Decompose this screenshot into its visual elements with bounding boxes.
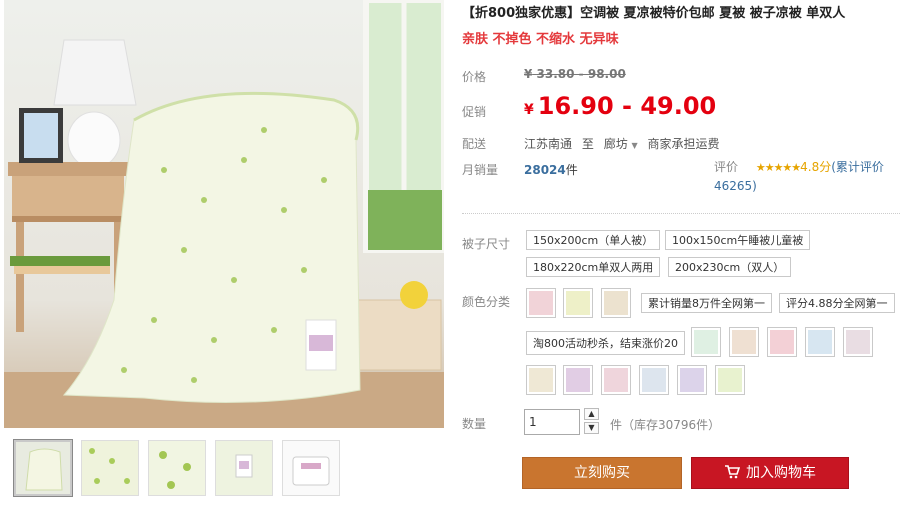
quantity-label: 数量 — [462, 417, 487, 431]
size-option-2[interactable]: 100x150cm午睡被儿童被 — [665, 230, 811, 250]
delivery-to-word: 至 — [581, 137, 594, 151]
color-swatch-2[interactable] — [563, 288, 593, 318]
color-swatch-1[interactable] — [526, 288, 556, 318]
triangle-up-icon: ▲ — [588, 409, 595, 418]
thumbnail-5[interactable] — [282, 440, 340, 496]
color-swatch-14[interactable] — [715, 365, 745, 395]
buy-now-label: 立刻购买 — [574, 465, 630, 481]
quantity-input[interactable] — [524, 409, 580, 435]
thumbnail-4[interactable] — [215, 440, 273, 496]
color-option-text-3[interactable]: 淘800活动秒杀，结束涨价20 — [526, 331, 685, 355]
color-swatch-11[interactable] — [601, 365, 631, 395]
color-swatch-3[interactable] — [601, 288, 631, 318]
size-option-1[interactable]: 150x200cm（单人被） — [526, 230, 661, 250]
rating-score: 4.8分 — [800, 160, 832, 174]
delivery-fee: 商家承担运费 — [647, 137, 720, 151]
promo-price-label: 促销 — [462, 105, 487, 119]
stock-info: 件（库存30796件） — [610, 418, 721, 432]
chevron-down-icon: ▼ — [631, 141, 638, 150]
original-price-label: 价格 — [462, 70, 487, 84]
color-swatch-6[interactable] — [767, 327, 797, 357]
original-price-currency: ¥ — [524, 67, 533, 81]
color-option-text-1[interactable]: 累计销量8万件全网第一 — [641, 293, 772, 313]
monthly-sales-unit: 件 — [565, 163, 578, 177]
delivery-destination-select[interactable]: 廊坊 ▼ — [604, 137, 642, 151]
monthly-sales-label: 月销量 — [462, 163, 499, 177]
delivery-destination: 廊坊 — [603, 137, 628, 151]
star-rating-icon: ★★★★★ — [755, 161, 801, 174]
delivery-from: 江苏南通 — [524, 137, 573, 151]
color-swatch-7[interactable] — [805, 327, 835, 357]
section-divider — [462, 213, 900, 214]
thumbnail-2[interactable] — [81, 440, 139, 496]
product-title: 【折800独家优惠】空调被 夏凉被特价包邮 夏被 被子凉被 单双人 — [462, 6, 846, 21]
thumbnail-3[interactable] — [148, 440, 206, 496]
size-option-3[interactable]: 180x220cm单双人两用 — [526, 257, 661, 277]
color-swatch-4[interactable] — [691, 327, 721, 357]
rating-label: 评价 — [714, 160, 739, 174]
quantity-decrease-button[interactable]: ▼ — [584, 422, 599, 434]
add-to-cart-button[interactable]: 加入购物车 — [691, 457, 849, 489]
color-swatch-13[interactable] — [677, 365, 707, 395]
rating-block: 评价 ★★★★★4.8分(累计评价46265) — [714, 158, 884, 195]
thumbnail-1[interactable] — [13, 439, 73, 497]
size-option-4[interactable]: 200x230cm（双人） — [668, 257, 792, 277]
monthly-sales-count: 28024 — [524, 163, 566, 177]
color-option-text-2[interactable]: 评分4.88分全网第一 — [779, 293, 895, 313]
promo-price-value: 16.90 - 49.00 — [537, 92, 717, 120]
add-to-cart-label: 加入购物车 — [746, 465, 816, 481]
buy-now-button[interactable]: 立刻购买 — [522, 457, 682, 489]
color-swatch-12[interactable] — [639, 365, 669, 395]
original-price-value: 33.80 - 98.00 — [536, 67, 626, 81]
size-label: 被子尺寸 — [462, 237, 511, 251]
quantity-increase-button[interactable]: ▲ — [584, 408, 599, 420]
color-swatch-9[interactable] — [526, 365, 556, 395]
image-gallery — [4, 0, 444, 509]
delivery-label: 配送 — [462, 137, 487, 151]
promo-price-currency: ¥ — [524, 102, 534, 118]
monthly-sales: 28024件 — [524, 161, 578, 178]
promo-price: ¥16.90 - 49.00 — [524, 92, 716, 120]
main-product-image — [4, 0, 444, 428]
color-swatch-10[interactable] — [563, 365, 593, 395]
triangle-down-icon: ▼ — [588, 423, 595, 432]
cart-icon — [725, 465, 741, 479]
color-label: 颜色分类 — [462, 295, 511, 309]
product-subtitle: 亲肤 不掉色 不缩水 无异味 — [462, 32, 619, 47]
color-swatch-8[interactable] — [843, 327, 873, 357]
product-photo — [4, 0, 444, 428]
color-swatch-5[interactable] — [729, 327, 759, 357]
original-price: ¥ 33.80 - 98.00 — [524, 67, 626, 81]
delivery-info: 江苏南通 至 廊坊 ▼ 商家承担运费 — [524, 135, 720, 152]
